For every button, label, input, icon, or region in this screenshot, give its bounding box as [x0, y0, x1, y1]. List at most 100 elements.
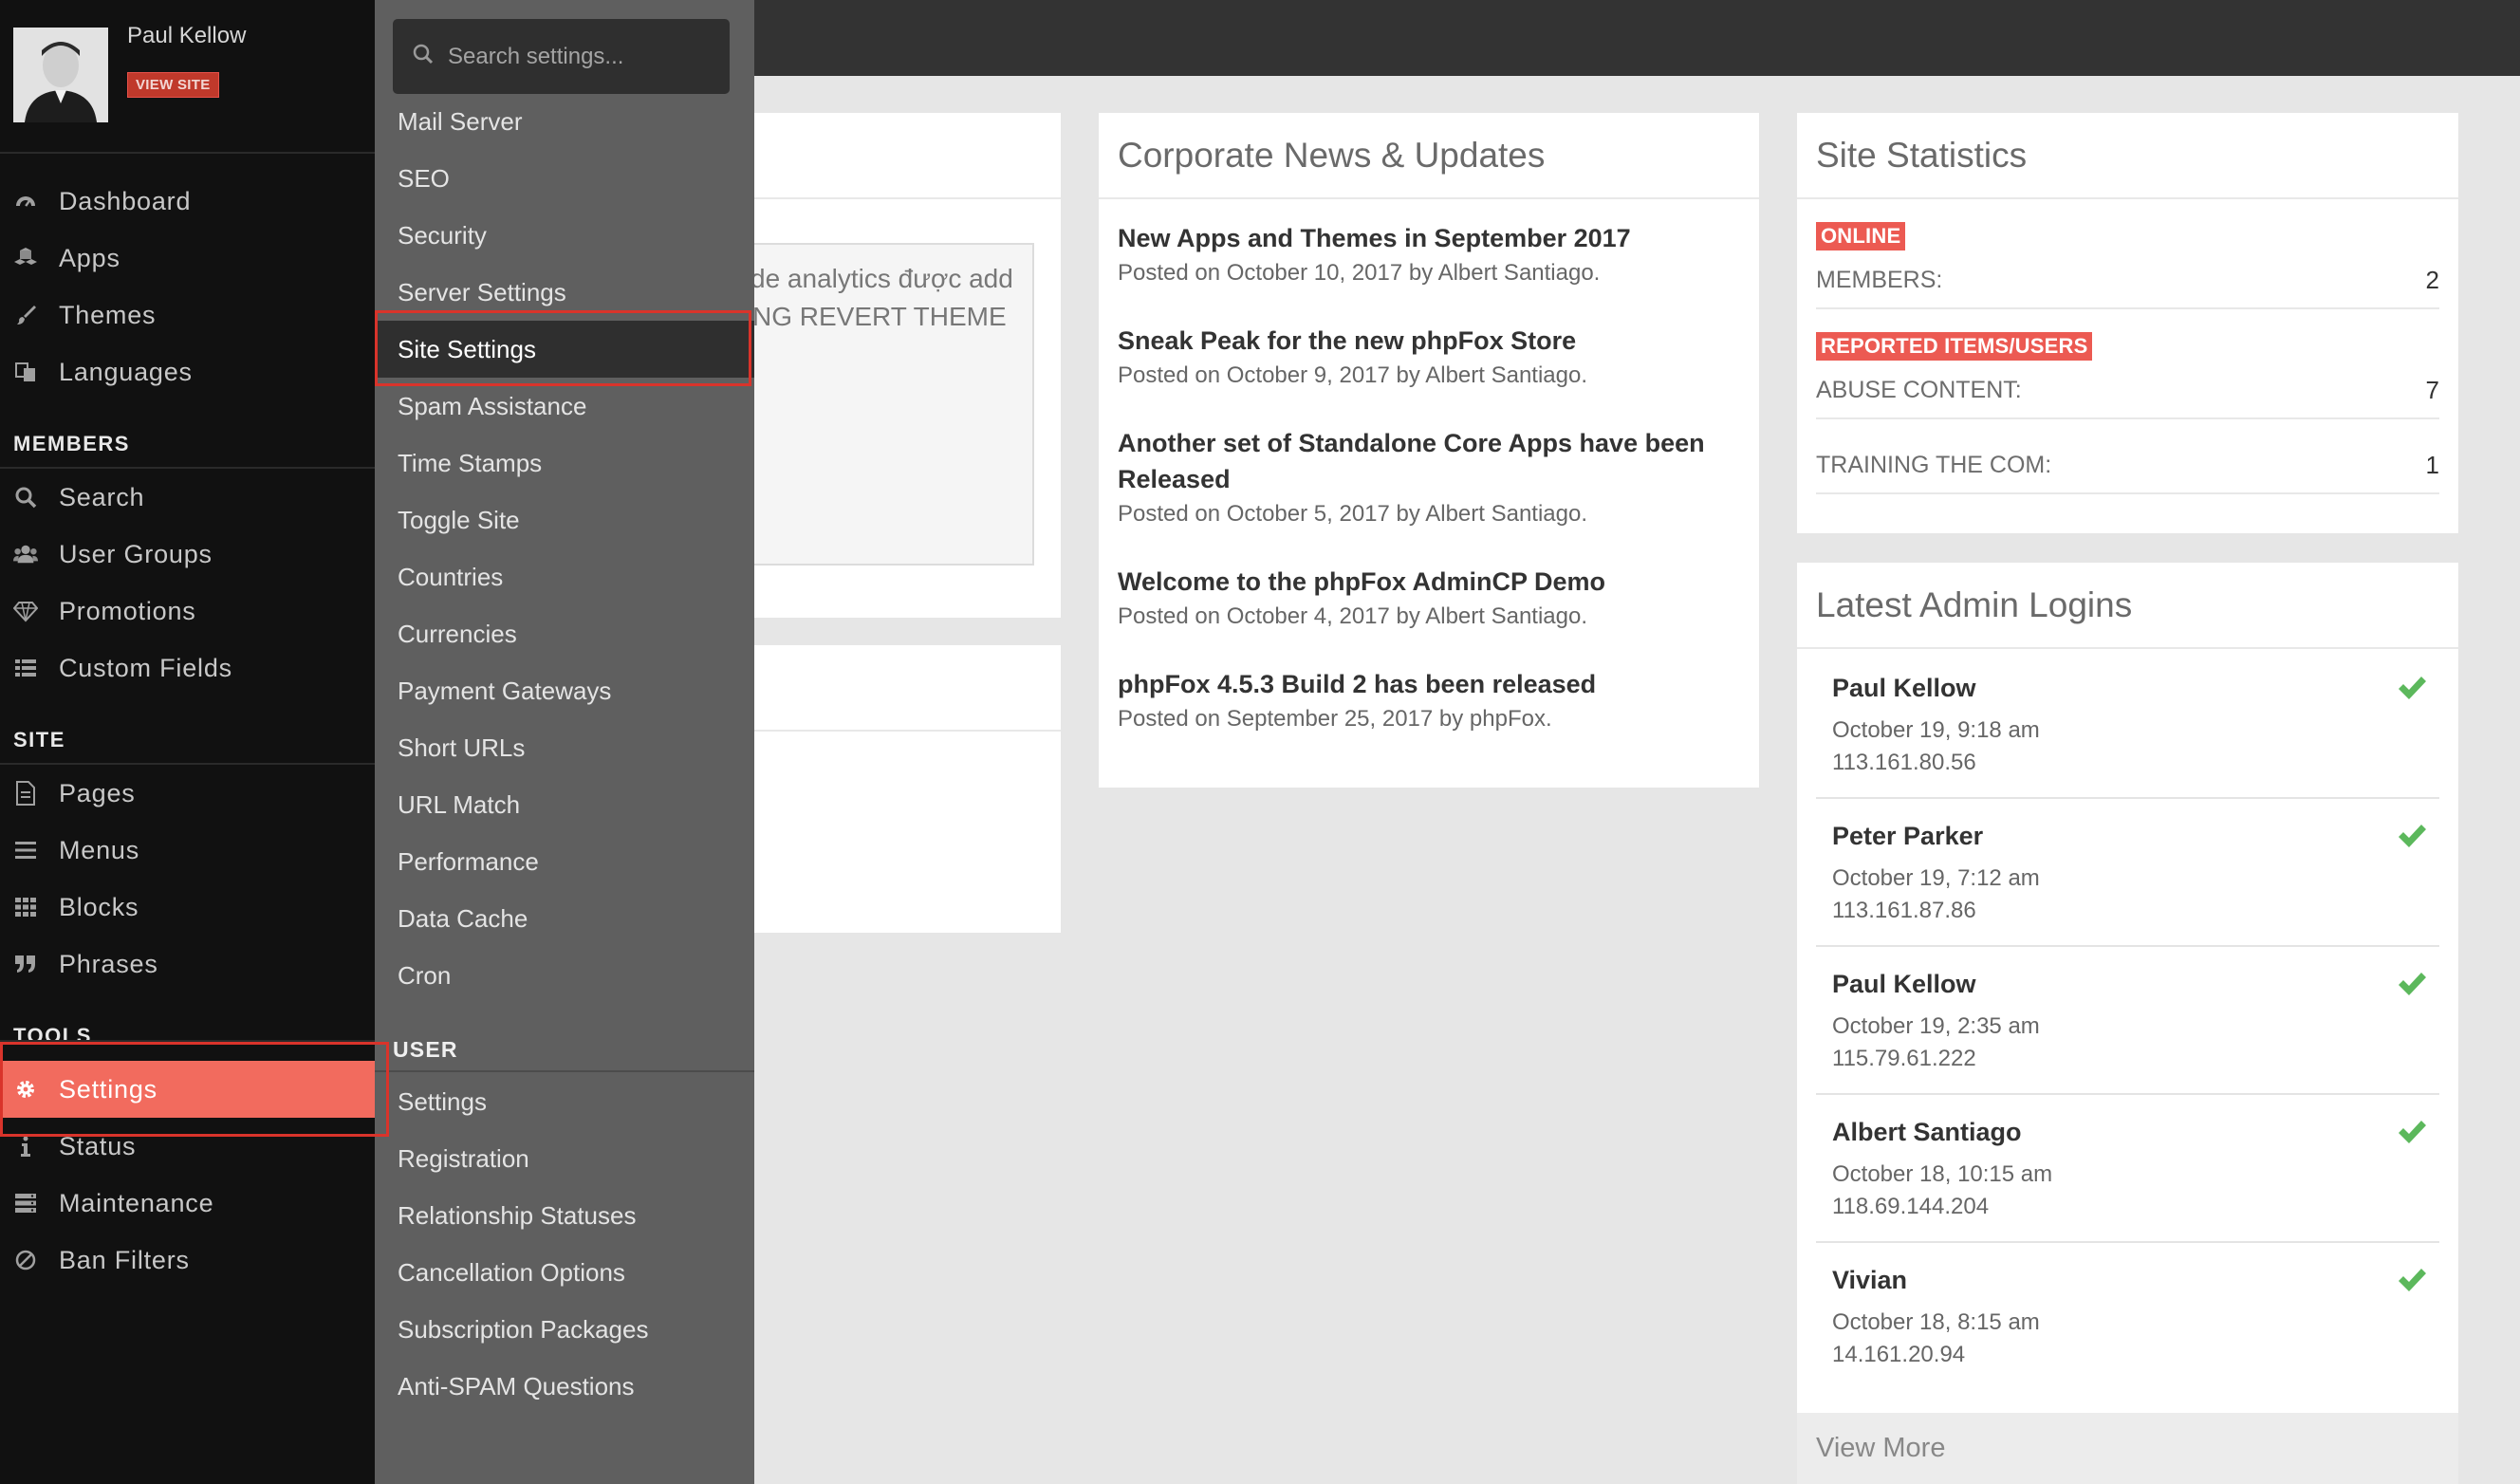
- news-item-title[interactable]: Another set of Standalone Core Apps have…: [1118, 425, 1734, 497]
- submenu-item-data-cache[interactable]: Data Cache: [375, 890, 754, 947]
- submenu-item-spam-assistance[interactable]: Spam Assistance: [375, 378, 754, 435]
- nav-themes-label: Themes: [59, 300, 157, 329]
- submenu-item-subscription-packages[interactable]: Subscription Packages: [375, 1301, 754, 1358]
- stat-label: MEMBERS:: [1816, 266, 1943, 293]
- login-item: Peter Parker October 19, 7:12 am 113.161…: [1816, 799, 2439, 947]
- avatar[interactable]: [13, 28, 108, 122]
- profile-name: Paul Kellow: [127, 23, 247, 48]
- login-ip: 115.79.61.222: [1832, 1046, 1976, 1071]
- nav-user-groups-label: User Groups: [59, 539, 213, 568]
- submenu-item-seo[interactable]: SEO: [375, 150, 754, 207]
- settings-search-box[interactable]: [393, 19, 730, 94]
- nav-themes[interactable]: Themes: [0, 287, 375, 343]
- stat-row-members[interactable]: MEMBERS: 2: [1816, 252, 2439, 309]
- login-time: October 18, 8:15 am: [1832, 1309, 2040, 1335]
- submenu-item-mail-server[interactable]: Mail Server: [375, 93, 754, 150]
- login-user-name[interactable]: Paul Kellow: [1832, 970, 1976, 999]
- stat-label: ABUSE CONTENT:: [1816, 376, 2022, 403]
- logins-panel-title: Latest Admin Logins: [1797, 563, 2458, 649]
- submenu-item-relationship-statuses[interactable]: Relationship Statuses: [375, 1187, 754, 1244]
- nav-ban-filters[interactable]: Ban Filters: [0, 1232, 375, 1289]
- login-user-name[interactable]: Vivian: [1832, 1266, 1907, 1295]
- section-divider: [0, 1040, 375, 1042]
- news-item-title[interactable]: Welcome to the phpFox AdminCP Demo: [1118, 564, 1734, 600]
- settings-search-input[interactable]: [448, 43, 713, 70]
- submenu-item-countries[interactable]: Countries: [375, 548, 754, 605]
- view-more-link[interactable]: View More: [1797, 1413, 2458, 1484]
- nav-apps-label: Apps: [59, 243, 120, 272]
- nav-phrases-label: Phrases: [59, 949, 158, 978]
- site-section-title: SITE: [13, 728, 65, 751]
- submenu-item-site-settings[interactable]: Site Settings: [375, 321, 754, 378]
- diamond-icon: [13, 599, 38, 623]
- nav-languages[interactable]: Languages: [0, 343, 375, 400]
- nav-promotions[interactable]: Promotions: [0, 583, 375, 640]
- nav-ban-filters-label: Ban Filters: [59, 1245, 190, 1274]
- success-check-icon: [2399, 1269, 2426, 1291]
- nav-blocks[interactable]: Blocks: [0, 879, 375, 936]
- submenu-item-short-urls[interactable]: Short URLs: [375, 719, 754, 776]
- nav-dashboard[interactable]: Dashboard: [0, 173, 375, 230]
- nav-dashboard-label: Dashboard: [59, 186, 192, 215]
- stat-value: 7: [2425, 375, 2439, 404]
- brush-icon: [13, 303, 38, 327]
- submenu-item-user-settings[interactable]: Settings: [375, 1073, 754, 1130]
- nav-user-groups[interactable]: User Groups: [0, 526, 375, 583]
- login-ip: 14.161.20.94: [1832, 1342, 1966, 1367]
- login-time: October 19, 7:12 am: [1832, 865, 2040, 891]
- login-item: Paul Kellow October 19, 2:35 am 115.79.6…: [1816, 947, 2439, 1095]
- login-user-name[interactable]: Paul Kellow: [1832, 674, 1976, 703]
- nav-custom-fields-label: Custom Fields: [59, 653, 232, 682]
- nav-status[interactable]: Status: [0, 1118, 375, 1175]
- dashboard-icon: [13, 189, 38, 213]
- partial-panel: [754, 645, 1061, 933]
- news-item: Sneak Peak for the new phpFox Store Post…: [1118, 323, 1734, 389]
- list-icon: [13, 656, 38, 680]
- nav-custom-fields[interactable]: Custom Fields: [0, 640, 375, 696]
- submenu-item-time-stamps[interactable]: Time Stamps: [375, 435, 754, 492]
- corporate-news-panel: Corporate News & Updates New Apps and Th…: [1099, 113, 1759, 788]
- search-icon: [13, 485, 38, 510]
- submenu-item-url-match[interactable]: URL Match: [375, 776, 754, 833]
- stat-value: 2: [2425, 265, 2439, 294]
- stat-label: TRAINING THE COM:: [1816, 451, 2052, 478]
- submenu-item-currencies[interactable]: Currencies: [375, 605, 754, 662]
- login-user-name[interactable]: Peter Parker: [1832, 822, 1983, 851]
- view-site-button[interactable]: VIEW SITE: [127, 72, 219, 98]
- nav-maintenance[interactable]: Maintenance: [0, 1175, 375, 1232]
- quote-icon: [13, 952, 38, 976]
- languages-icon: [13, 360, 38, 384]
- menu-icon: [13, 838, 38, 863]
- nav-apps[interactable]: Apps: [0, 230, 375, 287]
- search-icon: [412, 43, 435, 70]
- news-item-title[interactable]: New Apps and Themes in September 2017: [1118, 220, 1734, 256]
- members-section-title: MEMBERS: [13, 432, 130, 455]
- news-item-meta: Posted on October 9, 2017 by Albert Sant…: [1118, 362, 1587, 388]
- submenu-item-performance[interactable]: Performance: [375, 833, 754, 890]
- online-badge: ONLINE: [1816, 222, 1906, 250]
- panel-header: [754, 645, 1061, 732]
- submenu-item-server-settings[interactable]: Server Settings: [375, 264, 754, 321]
- news-item-title[interactable]: Sneak Peak for the new phpFox Store: [1118, 323, 1734, 359]
- login-time: October 19, 9:18 am: [1832, 717, 2040, 743]
- nav-pages[interactable]: Pages: [0, 765, 375, 822]
- stat-row-abuse-content[interactable]: ABUSE CONTENT: 7: [1816, 362, 2439, 419]
- submenu-item-anti-spam-questions[interactable]: Anti-SPAM Questions: [375, 1358, 754, 1415]
- submenu-item-security[interactable]: Security: [375, 207, 754, 264]
- nav-phrases[interactable]: Phrases: [0, 936, 375, 992]
- news-item: phpFox 4.5.3 Build 2 has been released P…: [1118, 666, 1734, 733]
- nav-search[interactable]: Search: [0, 469, 375, 526]
- gear-icon: [13, 1077, 38, 1102]
- settings-submenu: Mail Server SEO Security Server Settings…: [375, 0, 754, 1484]
- nav-settings[interactable]: Settings: [0, 1061, 375, 1118]
- nav-menus[interactable]: Menus: [0, 822, 375, 879]
- submenu-item-cron[interactable]: Cron: [375, 947, 754, 1004]
- submenu-item-toggle-site[interactable]: Toggle Site: [375, 492, 754, 548]
- submenu-item-cancellation-options[interactable]: Cancellation Options: [375, 1244, 754, 1301]
- stat-row-training[interactable]: TRAINING THE COM: 1: [1816, 437, 2439, 494]
- submenu-item-registration[interactable]: Registration: [375, 1130, 754, 1187]
- submenu-item-payment-gateways[interactable]: Payment Gateways: [375, 662, 754, 719]
- news-item-title[interactable]: phpFox 4.5.3 Build 2 has been released: [1118, 666, 1734, 702]
- login-user-name[interactable]: Albert Santiago: [1832, 1118, 2022, 1147]
- news-panel-title: Corporate News & Updates: [1099, 113, 1759, 199]
